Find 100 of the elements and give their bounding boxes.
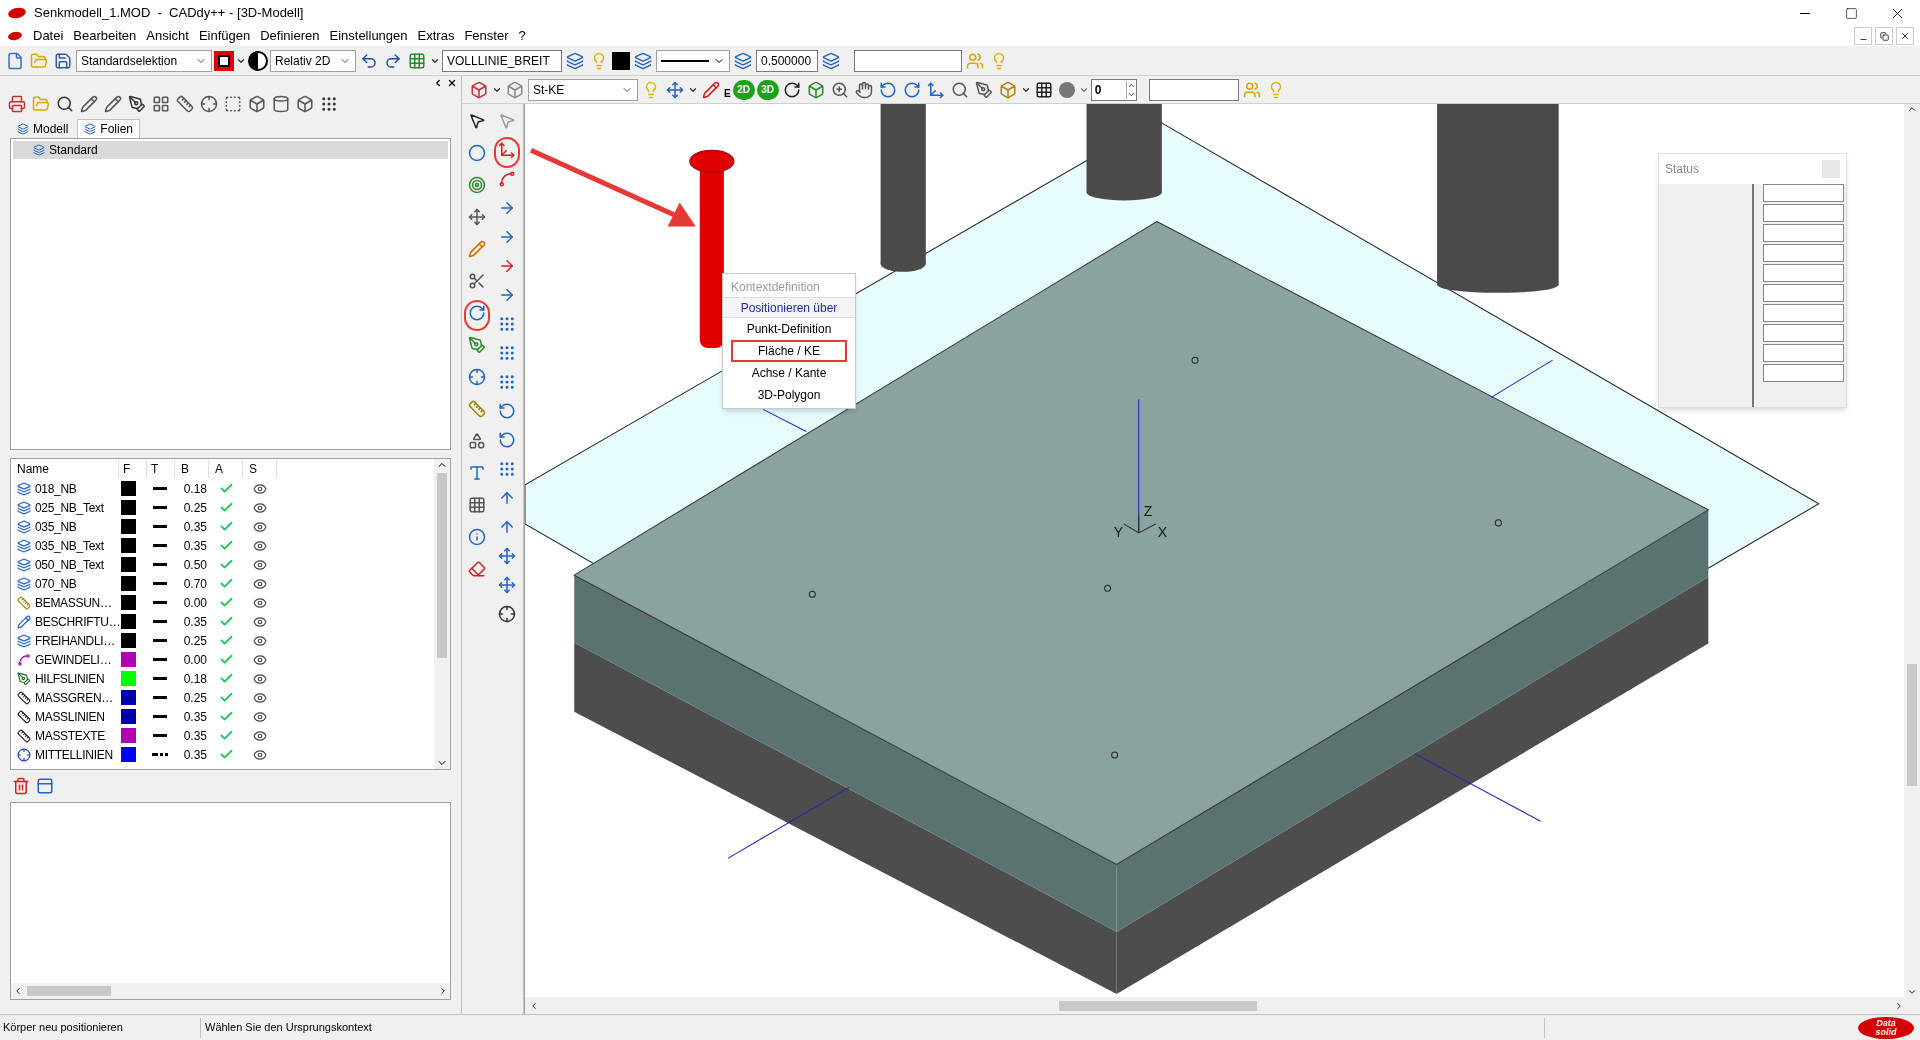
target-icon[interactable]: [466, 174, 488, 196]
line-style-dropdown[interactable]: [656, 49, 730, 72]
ruler-icon[interactable]: [466, 398, 488, 420]
eye-icon[interactable]: [253, 519, 267, 534]
element-type-dropdown[interactable]: St-KE: [528, 78, 638, 101]
check-icon[interactable]: [218, 519, 234, 534]
line-style-sample: [153, 715, 167, 718]
menu-item[interactable]: 3D-Polygon: [731, 384, 847, 406]
model-viewport[interactable]: Y Z X Kontextdefinition Positionieren über Punkt-Definition Fläche / KE Achse / Kante 3D-Polygon Status: [525, 104, 1904, 997]
ruler-icon[interactable]: [174, 93, 196, 115]
column-header[interactable]: B: [175, 460, 209, 478]
close-button[interactable]: [1896, 27, 1914, 45]
menu-item[interactable]: Einfügen: [193, 26, 256, 46]
line-style-sample: [153, 620, 167, 623]
eye-icon[interactable]: [253, 671, 267, 686]
check-icon[interactable]: [218, 557, 234, 572]
menu-item[interactable]: Datei: [28, 26, 69, 46]
menu-item[interactable]: Definieren: [255, 26, 325, 46]
column-header[interactable]: F: [119, 460, 147, 478]
menu-item[interactable]: ?: [513, 26, 531, 46]
scroll-down-icon[interactable]: [1907, 987, 1917, 997]
eye-icon[interactable]: [253, 538, 267, 553]
check-icon[interactable]: [218, 728, 234, 743]
selection-box-icon[interactable]: [214, 50, 234, 71]
check-icon[interactable]: [218, 614, 234, 629]
check-icon[interactable]: [218, 500, 234, 515]
scroll-up-icon[interactable]: [1907, 104, 1917, 114]
line-type-field[interactable]: VOLLLINIE_BREIT: [442, 49, 562, 72]
horizontal-scrollbar[interactable]: [11, 983, 450, 999]
window-title: Senkmodell_1.MOD - CADdy++ - [3D-Modell]: [34, 4, 304, 23]
printer-icon[interactable]: [6, 93, 28, 115]
vertical-scrollbar[interactable]: [1904, 104, 1920, 997]
text-field[interactable]: [854, 49, 962, 72]
selection-mode-dropdown[interactable]: Standardselektion: [76, 49, 212, 72]
pencil-icon[interactable]: [466, 238, 488, 260]
eye-icon[interactable]: [253, 595, 267, 610]
eye-icon[interactable]: [253, 728, 267, 743]
check-icon[interactable]: [218, 690, 234, 705]
tree-item[interactable]: Standard: [13, 141, 448, 159]
menu-item[interactable]: Punkt-Definition: [731, 318, 847, 340]
eye-icon[interactable]: [253, 709, 267, 724]
line-width-field[interactable]: 0.500000: [756, 49, 818, 72]
plane-label[interactable]: E: [724, 86, 731, 101]
move-icon[interactable]: [466, 206, 488, 228]
column-header[interactable]: Name: [11, 460, 119, 478]
eye-icon[interactable]: [253, 747, 267, 762]
eye-icon[interactable]: [253, 557, 267, 572]
menu-item[interactable]: Achse / Kante: [731, 362, 847, 384]
scroll-right-icon[interactable]: [1894, 1000, 1904, 1011]
eye-icon[interactable]: [253, 614, 267, 629]
menu-item[interactable]: Extras: [412, 26, 460, 46]
pen-icon[interactable]: [126, 93, 148, 115]
coordinate-mode-dropdown[interactable]: Relativ 2D: [270, 49, 356, 72]
edit-icon[interactable]: [102, 93, 124, 115]
scroll-thumb[interactable]: [27, 986, 111, 996]
check-icon[interactable]: [218, 633, 234, 648]
check-icon[interactable]: [218, 576, 234, 591]
scroll-right-icon[interactable]: [438, 986, 448, 996]
color-swatch[interactable]: [612, 51, 630, 70]
eye-icon[interactable]: [253, 633, 267, 648]
eraser-icon[interactable]: [466, 558, 488, 580]
scroll-thumb[interactable]: [1907, 664, 1917, 786]
crosshair-icon[interactable]: [198, 93, 220, 115]
eye-icon[interactable]: [253, 652, 267, 667]
check-icon[interactable]: [218, 709, 234, 724]
column-header[interactable]: S: [243, 460, 277, 478]
scroll-thumb[interactable]: [1059, 1000, 1257, 1011]
scroll-thumb[interactable]: [437, 473, 447, 658]
check-icon[interactable]: [218, 652, 234, 667]
vertical-scrollbar[interactable]: [434, 459, 450, 769]
guide-line: [762, 408, 807, 432]
close-icon[interactable]: [447, 78, 457, 88]
restore-button[interactable]: [1875, 27, 1893, 45]
menu-item[interactable]: Einstellungen: [324, 26, 413, 46]
info-icon[interactable]: [466, 526, 488, 548]
text-field[interactable]: [1148, 78, 1239, 101]
column-header[interactable]: A: [209, 460, 243, 478]
scroll-left-icon[interactable]: [529, 1000, 539, 1011]
eye-icon[interactable]: [253, 500, 267, 515]
eye-icon[interactable]: [253, 481, 267, 496]
check-icon[interactable]: [218, 481, 234, 496]
scroll-left-icon[interactable]: [13, 986, 23, 996]
check-icon[interactable]: [218, 747, 234, 762]
menu-item[interactable]: Fenster: [459, 26, 514, 46]
check-icon[interactable]: [218, 538, 234, 553]
panel-tab[interactable]: Folien: [77, 119, 141, 138]
crosshair-icon[interactable]: [466, 366, 488, 388]
column-header[interactable]: T: [147, 460, 175, 478]
center-point-icon[interactable]: [496, 603, 518, 625]
menu-item[interactable]: Ansicht: [141, 26, 194, 46]
pencil-icon[interactable]: [78, 93, 100, 115]
menu-item[interactable]: Bearbeiten: [68, 26, 142, 46]
collapse-icon[interactable]: [433, 78, 443, 88]
counter-spinner[interactable]: 0: [1090, 78, 1137, 101]
line-width-value: 0.00: [182, 594, 208, 612]
eye-icon[interactable]: [253, 576, 267, 591]
check-icon[interactable]: [218, 595, 234, 610]
check-icon[interactable]: [218, 671, 234, 686]
eye-icon[interactable]: [253, 690, 267, 705]
menu-item[interactable]: Fläche / KE: [731, 340, 847, 362]
